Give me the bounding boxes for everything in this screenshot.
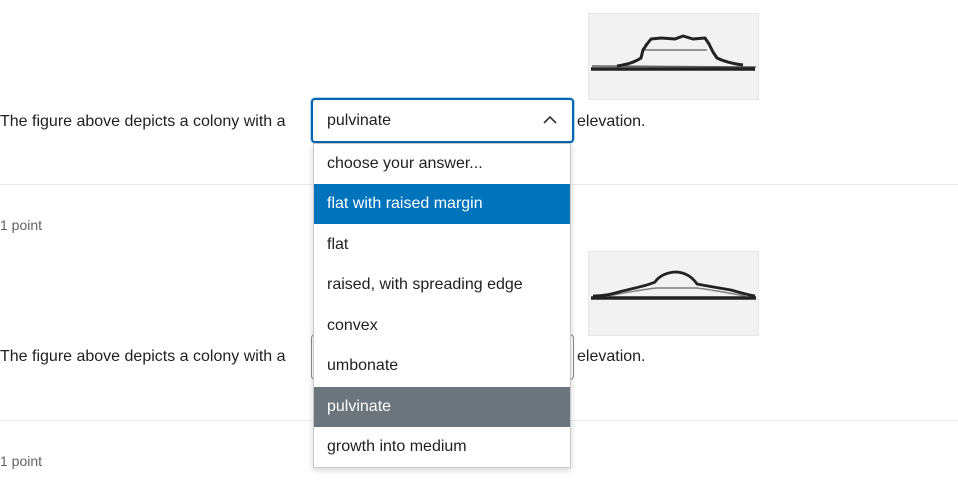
colony-profile-drawing — [591, 270, 756, 300]
question-1-suffix: elevation. — [577, 113, 646, 130]
dropdown-option-highlighted[interactable]: flat with raised margin — [314, 184, 570, 224]
question-2-suffix: elevation. — [577, 348, 646, 365]
quiz-page: The figure above depicts a colony with a… — [0, 0, 958, 487]
dropdown-option[interactable]: choose your answer... — [314, 144, 570, 184]
answer-select-1[interactable]: pulvinate — [311, 98, 574, 143]
select-1-value: pulvinate — [327, 112, 392, 129]
dropdown-option[interactable]: convex — [314, 306, 570, 346]
dropdown-option[interactable]: umbonate — [314, 346, 570, 386]
colony-elevation-figure-2 — [588, 251, 759, 336]
colony-elevation-figure-1 — [588, 13, 759, 100]
dropdown-option-selected[interactable]: pulvinate — [314, 387, 570, 427]
answer-dropdown-list[interactable]: choose your answer... flat with raised m… — [313, 143, 571, 468]
question-2-points: 1 point — [0, 217, 43, 233]
question-2-prefix: The figure above depicts a colony with a — [0, 348, 286, 365]
colony-profile-drawing — [591, 34, 757, 71]
dropdown-option[interactable]: flat — [314, 225, 570, 265]
chevron-up-icon — [543, 115, 557, 124]
dropdown-option[interactable]: raised, with spreading edge — [314, 265, 570, 305]
question-1-prefix: The figure above depicts a colony with a — [0, 113, 286, 130]
dropdown-option[interactable]: growth into medium — [314, 427, 570, 467]
question-3-points: 1 point — [0, 453, 43, 469]
